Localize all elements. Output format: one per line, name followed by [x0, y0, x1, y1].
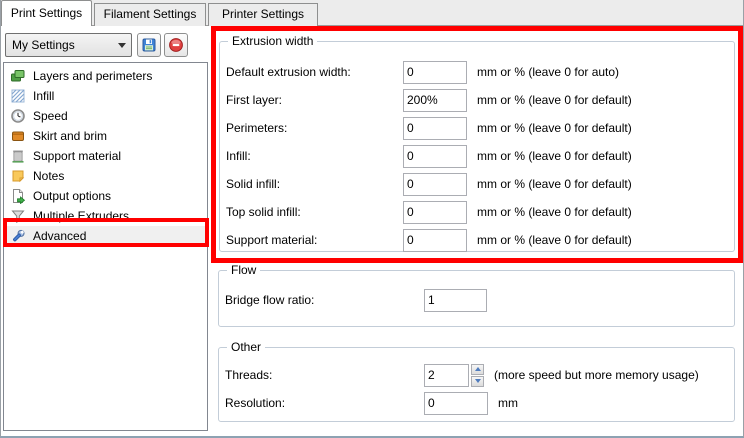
spinner-down-button[interactable]	[471, 376, 484, 387]
sidebar-item-label: Speed	[33, 109, 68, 123]
field-row-threads: Threads: (more speed but more memory usag…	[219, 361, 734, 389]
layers-icon	[10, 68, 26, 84]
slicer-settings-window: Print SettingsFilament SettingsPrinter S…	[0, 0, 744, 438]
group-title: Extrusion width	[228, 34, 317, 48]
tab-printer-settings[interactable]: Printer Settings	[208, 3, 318, 26]
field-row-perimeters: Perimeters: mm or % (leave 0 for default)	[220, 114, 734, 142]
sidebar-item-speed[interactable]: Speed	[4, 106, 207, 126]
field-label: First layer:	[226, 93, 403, 107]
flow-group: Flow Bridge flow ratio:	[218, 270, 735, 327]
delete-preset-button[interactable]	[164, 33, 188, 57]
tab-print-settings[interactable]: Print Settings	[1, 0, 92, 26]
tab-bar: Print SettingsFilament SettingsPrinter S…	[1, 0, 743, 26]
resolution-input[interactable]	[424, 392, 488, 415]
threads-spinner	[471, 364, 484, 387]
extrusion-width-group: Extrusion width Default extrusion width:…	[219, 41, 735, 252]
speed-icon	[10, 108, 26, 124]
field-suffix: mm or % (leave 0 for default)	[477, 233, 632, 247]
field-label: Bridge flow ratio:	[225, 293, 424, 307]
group-title: Flow	[227, 263, 260, 277]
sidebar-item-label: Advanced	[33, 229, 86, 243]
field-label: Resolution:	[225, 396, 424, 410]
sidebar-item-label: Support material	[33, 149, 121, 163]
perimeters-input[interactable]	[403, 117, 467, 140]
sidebar-item-advanced[interactable]: Advanced	[4, 226, 207, 246]
preset-selected-value: My Settings	[6, 38, 113, 52]
field-label: Default extrusion width:	[226, 65, 403, 79]
field-row-infill: Infill: mm or % (leave 0 for default)	[220, 142, 734, 170]
sidebar-item-label: Multiple Extruders	[33, 209, 129, 223]
field-label: Top solid infill:	[226, 205, 403, 219]
remove-circle-icon	[168, 37, 184, 53]
bridge-flow-ratio-input[interactable]	[424, 289, 487, 312]
sidebar-item-infill[interactable]: Infill	[4, 86, 207, 106]
floppy-disk-icon	[141, 37, 157, 53]
sidebar-item-label: Output options	[33, 189, 111, 203]
field-row-bridge-flow-ratio: Bridge flow ratio:	[219, 286, 734, 314]
top-solid-infill-input[interactable]	[403, 201, 467, 224]
sidebar-item-label: Skirt and brim	[33, 129, 107, 143]
field-row-top-solid-infill: Top solid infill: mm or % (leave 0 for de…	[220, 198, 734, 226]
sidebar-item-layers-and-perimeters[interactable]: Layers and perimeters	[4, 66, 207, 86]
sidebar-item-skirt-and-brim[interactable]: Skirt and brim	[4, 126, 207, 146]
field-row-solid-infill: Solid infill: mm or % (leave 0 for defaul…	[220, 170, 734, 198]
field-label: Perimeters:	[226, 121, 403, 135]
support-icon	[10, 148, 26, 164]
tab-filament-settings[interactable]: Filament Settings	[94, 3, 206, 26]
sidebar-item-label: Infill	[33, 89, 54, 103]
wrench-icon	[10, 228, 26, 244]
sidebar-item-output-options[interactable]: Output options	[4, 186, 207, 206]
settings-category-list[interactable]: Layers and perimeters Infill Speed Skirt an…	[3, 62, 208, 431]
field-suffix: (more speed but more memory usage)	[494, 368, 699, 382]
threads-input[interactable]	[424, 364, 469, 387]
save-preset-button[interactable]	[137, 33, 161, 57]
field-suffix: mm	[498, 396, 518, 410]
sidebar-item-label: Layers and perimeters	[33, 69, 152, 83]
spinner-up-button[interactable]	[471, 364, 484, 375]
field-label: Threads:	[225, 368, 424, 382]
other-group: Other Threads:(more speed but more memor…	[218, 347, 735, 422]
skirt-icon	[10, 128, 26, 144]
sidebar-item-multiple-extruders[interactable]: Multiple Extruders	[4, 206, 207, 226]
output-icon	[10, 188, 26, 204]
field-suffix: mm or % (leave 0 for default)	[477, 93, 632, 107]
field-row-resolution: Resolution: mm	[219, 389, 734, 417]
infill-input[interactable]	[403, 145, 467, 168]
group-title: Other	[227, 340, 265, 354]
field-suffix: mm or % (leave 0 for default)	[477, 177, 632, 191]
extruders-icon	[10, 208, 26, 224]
default-extrusion-width-input[interactable]	[403, 61, 467, 84]
field-row-first-layer: First layer: mm or % (leave 0 for default…	[220, 86, 734, 114]
preset-select[interactable]: My Settings	[5, 33, 132, 57]
field-label: Support material:	[226, 233, 403, 247]
first-layer-input[interactable]	[403, 89, 467, 112]
field-suffix: mm or % (leave 0 for default)	[477, 149, 632, 163]
field-row-default-extrusion-width: Default extrusion width: mm or % (leave 0…	[220, 58, 734, 86]
field-label: Solid infill:	[226, 177, 403, 191]
sidebar-item-notes[interactable]: Notes	[4, 166, 207, 186]
sidebar-item-support-material[interactable]: Support material	[4, 146, 207, 166]
support-material-input[interactable]	[403, 229, 467, 252]
infill-icon	[10, 88, 26, 104]
field-row-support-material: Support material: mm or % (leave 0 for de…	[220, 226, 734, 254]
field-suffix: mm or % (leave 0 for default)	[477, 121, 632, 135]
field-suffix: mm or % (leave 0 for default)	[477, 205, 632, 219]
notes-icon	[10, 168, 26, 184]
field-label: Infill:	[226, 149, 403, 163]
sidebar-item-label: Notes	[33, 169, 64, 183]
solid-infill-input[interactable]	[403, 173, 467, 196]
chevron-down-icon[interactable]	[113, 43, 131, 48]
field-suffix: mm or % (leave 0 for auto)	[477, 65, 619, 79]
